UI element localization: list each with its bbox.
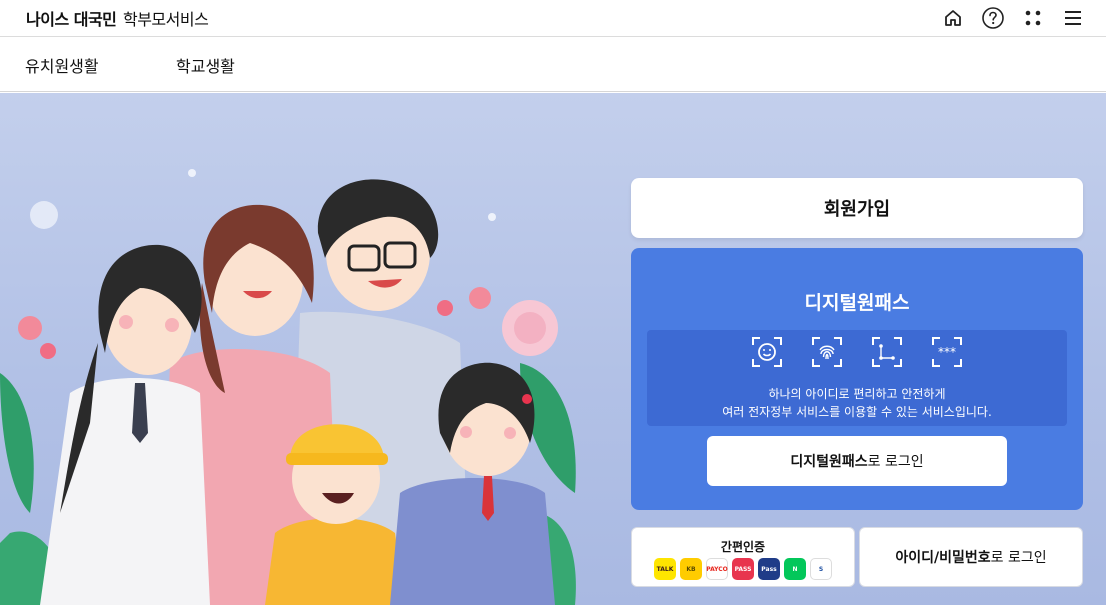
easy-auth-providers: TALK KB PAYCO PASS Pass N S	[654, 558, 832, 580]
easy-auth-button[interactable]: 간편인증 TALK KB PAYCO PASS Pass N S	[631, 527, 855, 587]
help-icon	[982, 7, 1004, 29]
home-button[interactable]	[940, 5, 966, 31]
menu-button[interactable]	[1060, 5, 1086, 31]
help-button[interactable]	[980, 5, 1006, 31]
brand-subtitle: 학부모서비스	[122, 10, 209, 29]
face-recognition-icon	[752, 337, 782, 367]
description-line-2: 여러 전자정부 서비스를 이용할 수 있는 서비스입니다.	[722, 405, 992, 419]
id-login-bold: 아이디/비밀번호	[895, 550, 991, 566]
easy-auth-title: 간편인증	[720, 540, 766, 554]
digital-onepass-login-button[interactable]: 디지털원패스 로 로그인	[707, 436, 1007, 486]
fingerprint-icon	[812, 337, 842, 367]
apps-button[interactable]	[1020, 5, 1046, 31]
top-header: 나이스 대국민 학부모서비스	[0, 0, 1106, 37]
id-login-rest: 로 로그인	[990, 550, 1047, 566]
kb-logo-label: KB	[686, 565, 696, 573]
naver-logo-icon: N	[784, 558, 806, 580]
pass-logo-label: PASS	[734, 565, 752, 573]
family-illustration	[0, 169, 576, 605]
site-logo[interactable]: 나이스 대국민 학부모서비스	[26, 6, 209, 30]
main-nav: 유치원생활 학교생활	[0, 37, 1106, 92]
description-line-1: 하나의 아이디로 편리하고 안전하게	[768, 387, 946, 401]
pattern-icon	[872, 337, 902, 367]
pass-logo-icon: PASS	[732, 558, 754, 580]
samsung-pass-logo-label: Pass	[761, 565, 777, 573]
header-tools	[940, 5, 1086, 31]
kb-logo-icon: KB	[680, 558, 702, 580]
digital-onepass-login-bold: 디지털원패스	[790, 454, 868, 470]
payco-logo-icon: PAYCO	[706, 558, 728, 580]
svg-text:***: ***	[938, 345, 956, 359]
apps-icon	[1025, 10, 1041, 26]
signup-button[interactable]: 회원가입	[631, 178, 1083, 238]
menu-icon	[1065, 11, 1081, 25]
shinhan-logo-icon: S	[810, 558, 832, 580]
digital-onepass-info: *** 하나의 아이디로 편리하고 안전하게 여러 전자정부 서비스를 이용할 …	[647, 330, 1067, 426]
kakao-logo-icon: TALK	[654, 558, 676, 580]
payco-logo-label: PAYCO	[706, 565, 728, 573]
digital-onepass-card: 디지털원패스 *** 하나의 아이디로 편리하고 안전하게 여러 전자정부 서비…	[631, 248, 1083, 510]
shinhan-logo-label: S	[818, 565, 824, 573]
home-icon	[945, 10, 961, 26]
brand-title: 나이스 대국민	[26, 10, 117, 29]
digital-onepass-description: 하나의 아이디로 편리하고 안전하게 여러 전자정부 서비스를 이용할 수 있는…	[647, 385, 1067, 421]
kakao-logo-label: TALK	[656, 565, 674, 573]
digital-onepass-title: 디지털원패스	[804, 292, 910, 314]
digital-onepass-login-rest: 로 로그인	[867, 454, 924, 470]
samsung-pass-logo-icon: Pass	[758, 558, 780, 580]
pin-icon: ***	[932, 337, 962, 367]
nav-item-school[interactable]: 학교생활	[176, 53, 235, 77]
auth-method-icons: ***	[647, 336, 1067, 368]
naver-logo-label: N	[792, 565, 798, 573]
nav-item-kindergarten[interactable]: 유치원생활	[25, 53, 99, 77]
id-password-login-button[interactable]: 아이디/비밀번호 로 로그인	[859, 527, 1083, 587]
